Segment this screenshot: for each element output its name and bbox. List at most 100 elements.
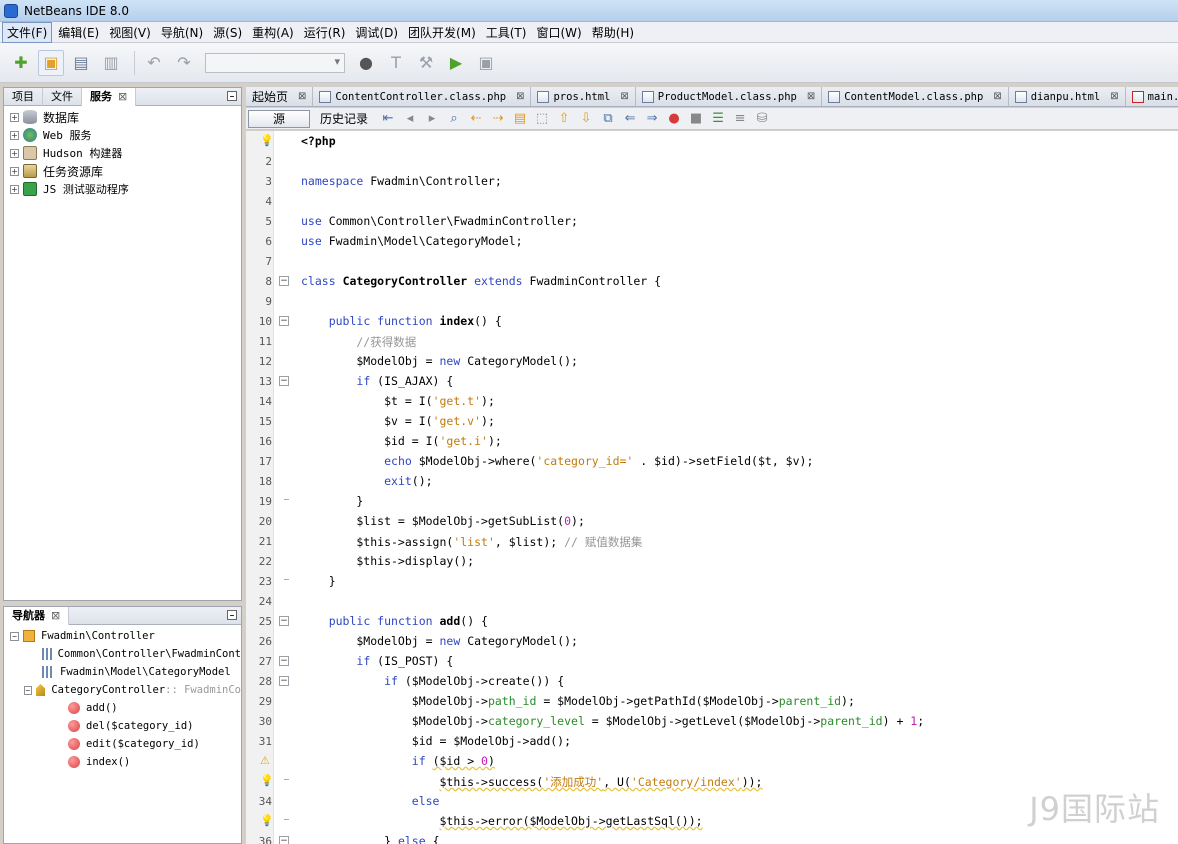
code-text: $this->error($ModelObj->getLastSql()); (439, 814, 703, 828)
tab-files[interactable]: 文件 (43, 87, 82, 106)
expand-icon[interactable]: + (10, 184, 19, 194)
fold-toggle-icon[interactable]: − (279, 616, 289, 626)
tree-item-web-services[interactable]: + Web 服务 (4, 126, 241, 144)
fold-toggle-icon[interactable]: − (279, 656, 289, 666)
menu-refactor[interactable]: 重构(A) (248, 23, 298, 42)
globe-icon[interactable]: ● (353, 50, 379, 76)
line-number: 9 (265, 295, 272, 308)
hint-bulb-icon[interactable]: 💡 (260, 814, 274, 827)
tree-item-js-test-driver[interactable]: + JS 测试驱动程序 (4, 180, 241, 198)
expand-icon[interactable]: + (10, 112, 19, 122)
navigator-method[interactable]: index() (4, 753, 241, 771)
navigator-namespace[interactable]: − Fwadmin\Controller (4, 627, 241, 645)
start-macro-icon[interactable]: ● (666, 111, 682, 127)
open-project-icon[interactable]: ▤ (68, 50, 94, 76)
close-icon[interactable]: ⊠ (516, 87, 524, 106)
comment-icon[interactable]: ☰ (710, 111, 726, 127)
editor-tab-dianpu-html[interactable]: dianpu.html ⊠ (1009, 87, 1126, 106)
menu-team[interactable]: 团队开发(M) (404, 23, 480, 42)
run-icon[interactable]: ▶ (443, 50, 469, 76)
minimize-icon[interactable] (227, 610, 237, 620)
tab-services[interactable]: 服务 ⊠ (82, 87, 137, 106)
undo-icon[interactable]: ↶ (141, 50, 167, 76)
menu-window[interactable]: 窗口(W) (532, 23, 585, 42)
editor-tab-main-html[interactable]: main.html (1126, 87, 1178, 106)
tree-item-task-repo[interactable]: + 任务资源库 (4, 162, 241, 180)
code-editor[interactable]: 💡 <?php 2 3 namespace Fwadmin\Controller; … (246, 131, 1178, 844)
editor-tab-product-model[interactable]: ProductModel.class.php ⊠ (636, 87, 823, 106)
fold-toggle-icon[interactable]: − (279, 276, 289, 286)
close-icon[interactable]: ⊠ (118, 90, 127, 103)
menu-source[interactable]: 源(S) (209, 23, 246, 42)
navigator-class[interactable]: − CategoryController :: FwadminCo (4, 681, 241, 699)
database-icon[interactable]: ⛁ (754, 111, 770, 127)
stop-macro-icon[interactable]: ■ (688, 111, 704, 127)
fold-toggle-icon[interactable]: − (279, 316, 289, 326)
menu-run[interactable]: 运行(R) (300, 23, 350, 42)
find-previous-icon[interactable]: ⇠ (468, 111, 484, 127)
menu-tools[interactable]: 工具(T) (482, 23, 531, 42)
toggle-bookmark-icon[interactable]: ⧉ (600, 111, 616, 127)
debug-icon[interactable]: ▣ (473, 50, 499, 76)
uncomment-icon[interactable]: ≡ (732, 111, 748, 127)
menu-navigate[interactable]: 导航(N) (157, 23, 207, 42)
expand-icon[interactable]: + (10, 166, 19, 176)
hint-bulb-icon[interactable]: 💡 (260, 134, 274, 147)
config-dropdown[interactable] (205, 52, 345, 73)
close-icon[interactable]: ⊠ (51, 609, 60, 622)
navigator-method[interactable]: edit($category_id) (4, 735, 241, 753)
clean-build-icon[interactable]: ⚒ (413, 50, 439, 76)
shift-left-icon[interactable]: ⇐ (622, 111, 638, 127)
menu-help[interactable]: 帮助(H) (588, 23, 638, 42)
fold-toggle-icon[interactable]: − (279, 376, 289, 386)
editor-tab-content-controller[interactable]: ContentController.class.php ⊠ (313, 87, 532, 106)
fold-toggle-icon[interactable]: − (279, 836, 289, 844)
navigator-method[interactable]: del($category_id) (4, 717, 241, 735)
editor-tab-pros-html[interactable]: pros.html ⊠ (531, 87, 636, 106)
hint-bulb-icon[interactable]: 💡 (260, 774, 274, 787)
collapse-icon[interactable]: − (24, 685, 32, 695)
new-project-icon[interactable]: ▣ (38, 49, 64, 76)
fold-toggle-icon[interactable]: − (279, 676, 289, 686)
next-bookmark-icon[interactable]: ⇩ (578, 111, 594, 127)
expand-icon[interactable]: + (10, 148, 19, 158)
back-icon[interactable]: ◂ (402, 111, 418, 127)
editor-tab-content-model[interactable]: ContentModel.class.php ⊠ (822, 87, 1009, 106)
rectangular-select-icon[interactable]: ⬚ (534, 111, 550, 127)
expand-icon[interactable]: + (10, 130, 19, 140)
navigator-method[interactable]: add() (4, 699, 241, 717)
save-all-icon[interactable]: ▥ (98, 50, 124, 76)
tab-projects[interactable]: 项目 (4, 87, 43, 106)
toggle-highlight-icon[interactable]: ▤ (512, 111, 528, 127)
menu-debug[interactable]: 调试(D) (351, 23, 402, 42)
last-edit-icon[interactable]: ⇤ (380, 111, 396, 127)
code-text: //获得数据 (301, 335, 417, 349)
find-next-icon[interactable]: ⇢ (490, 111, 506, 127)
previous-bookmark-icon[interactable]: ⇧ (556, 111, 572, 127)
build-hammer-icon[interactable]: T (383, 50, 409, 76)
close-icon[interactable]: ⊠ (1110, 87, 1118, 106)
close-icon[interactable]: ⊠ (298, 87, 306, 106)
close-icon[interactable]: ⊠ (807, 87, 815, 106)
close-icon[interactable]: ⊠ (620, 87, 628, 106)
source-view-button[interactable]: 源 (248, 109, 310, 128)
find-icon[interactable]: ⌕ (446, 111, 462, 127)
new-file-icon[interactable]: ✚ (8, 50, 34, 76)
collapse-icon[interactable]: − (10, 631, 19, 641)
tree-item-database[interactable]: + 数据库 (4, 108, 241, 126)
editor-tab-start-page[interactable]: 起始页 ⊠ (246, 87, 314, 106)
menu-file[interactable]: 文件(F) (2, 21, 53, 43)
tree-item-hudson[interactable]: + Hudson 构建器 (4, 144, 241, 162)
close-icon[interactable]: ⊠ (993, 87, 1001, 106)
redo-icon[interactable]: ↷ (171, 50, 197, 76)
menu-edit[interactable]: 编辑(E) (54, 23, 103, 42)
tab-navigator[interactable]: 导航器 ⊠ (4, 606, 70, 625)
navigator-use[interactable]: Fwadmin\Model\CategoryModel (4, 663, 241, 681)
navigator-use[interactable]: Common\Controller\FwadminCont (4, 645, 241, 663)
history-view-button[interactable]: 历史记录 (320, 110, 368, 127)
minimize-icon[interactable] (227, 91, 237, 101)
forward-icon[interactable]: ▸ (424, 111, 440, 127)
shift-right-icon[interactable]: ⇒ (644, 111, 660, 127)
menu-view[interactable]: 视图(V) (105, 23, 155, 42)
warning-icon[interactable]: ⚠ (260, 754, 270, 767)
